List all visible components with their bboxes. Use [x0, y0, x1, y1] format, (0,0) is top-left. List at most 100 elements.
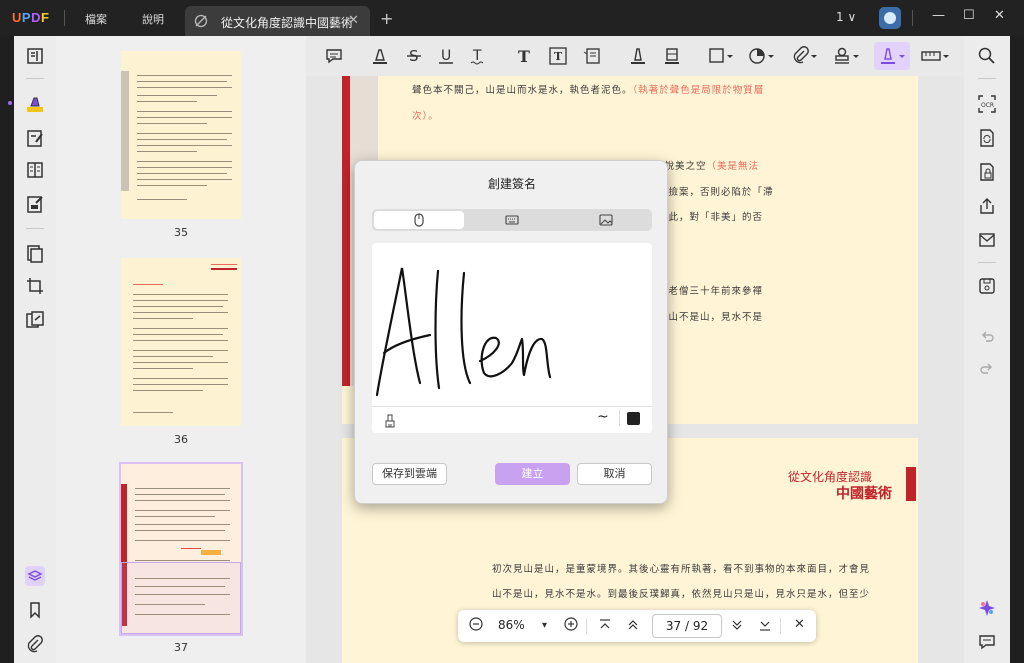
document-tab[interactable]: 從文化角度認識中國藝術 ✕ — [185, 6, 370, 36]
svg-text:OCR: OCR — [981, 102, 994, 109]
page-number-input[interactable]: 37 / 92 — [652, 614, 722, 638]
signature-canvas[interactable]: ~ — [372, 243, 652, 433]
next-page-icon[interactable] — [730, 618, 744, 635]
zoom-out-icon[interactable] — [468, 616, 484, 635]
thumbnail-page-number: 37 — [174, 641, 188, 654]
svg-text:T: T — [554, 50, 563, 63]
zoom-separator — [780, 618, 781, 634]
sticker-icon[interactable] — [748, 46, 774, 66]
underline-icon[interactable]: U — [436, 46, 456, 66]
thumbnail-page-number: 36 — [174, 433, 188, 446]
stroke-width-icon[interactable]: ~ — [597, 409, 609, 425]
shape-icon[interactable] — [708, 46, 733, 66]
title-separator — [912, 10, 913, 26]
page-thumbnail-selected[interactable] — [119, 462, 243, 636]
previous-page-icon[interactable] — [626, 618, 640, 635]
body-text-line: 初次見山是山，是童蒙境界。其後心靈有所執著，看不到事物的本來面目，才會見 — [492, 564, 871, 575]
body-text-line: 聲色本不關己，山是山而水是水，執色者泥色。（執著於聲色是局限於物質層 — [412, 85, 765, 96]
email-icon[interactable] — [977, 230, 997, 250]
search-icon[interactable] — [977, 46, 997, 66]
first-page-icon[interactable] — [598, 618, 612, 635]
chapter-title: 中國藝術 — [836, 486, 892, 502]
close-navigation-icon[interactable]: ✕ — [794, 617, 805, 632]
measure-icon[interactable] — [920, 46, 949, 66]
page-side-bar — [342, 76, 350, 386]
zoom-level[interactable]: 86% — [498, 618, 525, 632]
cancel-button[interactable]: 取消 — [577, 463, 652, 485]
eraser-icon[interactable] — [662, 46, 682, 66]
form-icon[interactable] — [25, 194, 45, 214]
text-callout-icon[interactable] — [582, 46, 602, 66]
last-page-icon[interactable] — [758, 618, 772, 635]
attach-file-icon[interactable] — [792, 46, 817, 66]
clear-brush-icon[interactable] — [384, 413, 396, 432]
document-tab-icon — [193, 14, 209, 31]
bookmark-icon[interactable] — [25, 600, 45, 620]
share-icon[interactable] — [977, 196, 997, 216]
close-window-button[interactable]: ✕ — [994, 8, 1005, 23]
ai-assistant-icon[interactable] — [977, 598, 997, 618]
user-avatar[interactable] — [879, 7, 901, 29]
redo-icon[interactable] — [977, 358, 997, 378]
edit-pdf-icon[interactable] — [25, 128, 45, 148]
convert-icon[interactable] — [25, 310, 45, 330]
rail-separator — [978, 78, 996, 79]
signature-icon[interactable] — [878, 46, 905, 66]
menu-file[interactable]: 檔案 — [85, 11, 107, 27]
comment-icon[interactable] — [324, 46, 344, 66]
stamp-icon[interactable] — [832, 46, 859, 66]
pencil-icon[interactable] — [628, 46, 648, 66]
rail-separator — [26, 78, 44, 79]
protect-icon[interactable] — [977, 162, 997, 182]
text-box-icon[interactable]: T — [548, 46, 568, 66]
strikethrough-icon[interactable]: S — [404, 46, 424, 66]
squiggly-icon[interactable]: T — [468, 46, 488, 66]
save-to-cloud-button[interactable]: 保存到雲端 — [372, 463, 447, 485]
thumbnail-panel: 35 36 37 — [56, 36, 306, 663]
svg-text:U: U — [441, 48, 451, 64]
tab-close-icon[interactable]: ✕ — [348, 13, 359, 28]
dialog-title: 創建簽名 — [487, 177, 536, 191]
signature-drawing — [375, 267, 552, 397]
attachment-icon[interactable] — [25, 634, 45, 654]
canvas-tool-separator — [619, 410, 620, 426]
title-separator — [64, 10, 65, 26]
organize-pages-icon[interactable] — [25, 244, 45, 264]
page-thumbnail[interactable] — [121, 258, 241, 426]
menu-help[interactable]: 說明 — [142, 11, 164, 27]
chat-comments-icon[interactable] — [977, 632, 997, 652]
keyboard-icon — [505, 215, 519, 225]
save-icon[interactable] — [977, 276, 997, 296]
maximize-button[interactable]: ☐ — [963, 8, 975, 23]
highlight-icon[interactable] — [370, 46, 390, 66]
undo-icon[interactable] — [977, 326, 997, 346]
tab-image[interactable] — [560, 211, 650, 229]
thumbnail-page-number: 35 — [174, 226, 188, 239]
right-tool-rail: OCR — [964, 36, 1010, 663]
ocr-icon[interactable]: OCR — [977, 94, 997, 114]
text-icon[interactable]: T — [514, 46, 534, 66]
reader-icon[interactable] — [25, 46, 45, 66]
new-tab-button[interactable]: + — [380, 9, 393, 28]
layers-icon[interactable] — [25, 566, 45, 586]
body-text-line: 山不是山，見水不是水。到最後反璞歸真，依然見山只是山，見水只是水，但至少 — [492, 589, 871, 600]
minimize-button[interactable]: — — [932, 8, 945, 23]
crop-page-icon[interactable] — [25, 276, 45, 296]
zoom-in-icon[interactable] — [563, 616, 579, 635]
tab-keyboard[interactable] — [467, 211, 557, 229]
page-thumbnail[interactable] — [121, 51, 241, 219]
canvas-divider — [372, 406, 652, 407]
convert-pdf-icon[interactable] — [977, 128, 997, 148]
title-bar: UPDF 檔案 說明 從文化角度認識中國藝術 ✕ + 1 ∨ — ☐ ✕ — [0, 0, 1024, 36]
annotation-toolbar: S U T T T — [306, 36, 964, 76]
rail-separator — [26, 228, 44, 229]
page-layout-icon[interactable] — [25, 160, 45, 180]
zoom-dropdown-icon[interactable]: ▾ — [542, 620, 547, 631]
tab-draw-mouse[interactable] — [374, 211, 464, 229]
comment-highlighter-icon[interactable] — [25, 94, 45, 114]
window-count-dropdown[interactable]: 1 ∨ — [836, 10, 856, 24]
ink-color-swatch[interactable] — [627, 412, 640, 425]
svg-text:T: T — [518, 47, 530, 66]
tab-title: 從文化角度認識中國藝術 — [221, 16, 354, 30]
create-button[interactable]: 建立 — [495, 463, 570, 485]
